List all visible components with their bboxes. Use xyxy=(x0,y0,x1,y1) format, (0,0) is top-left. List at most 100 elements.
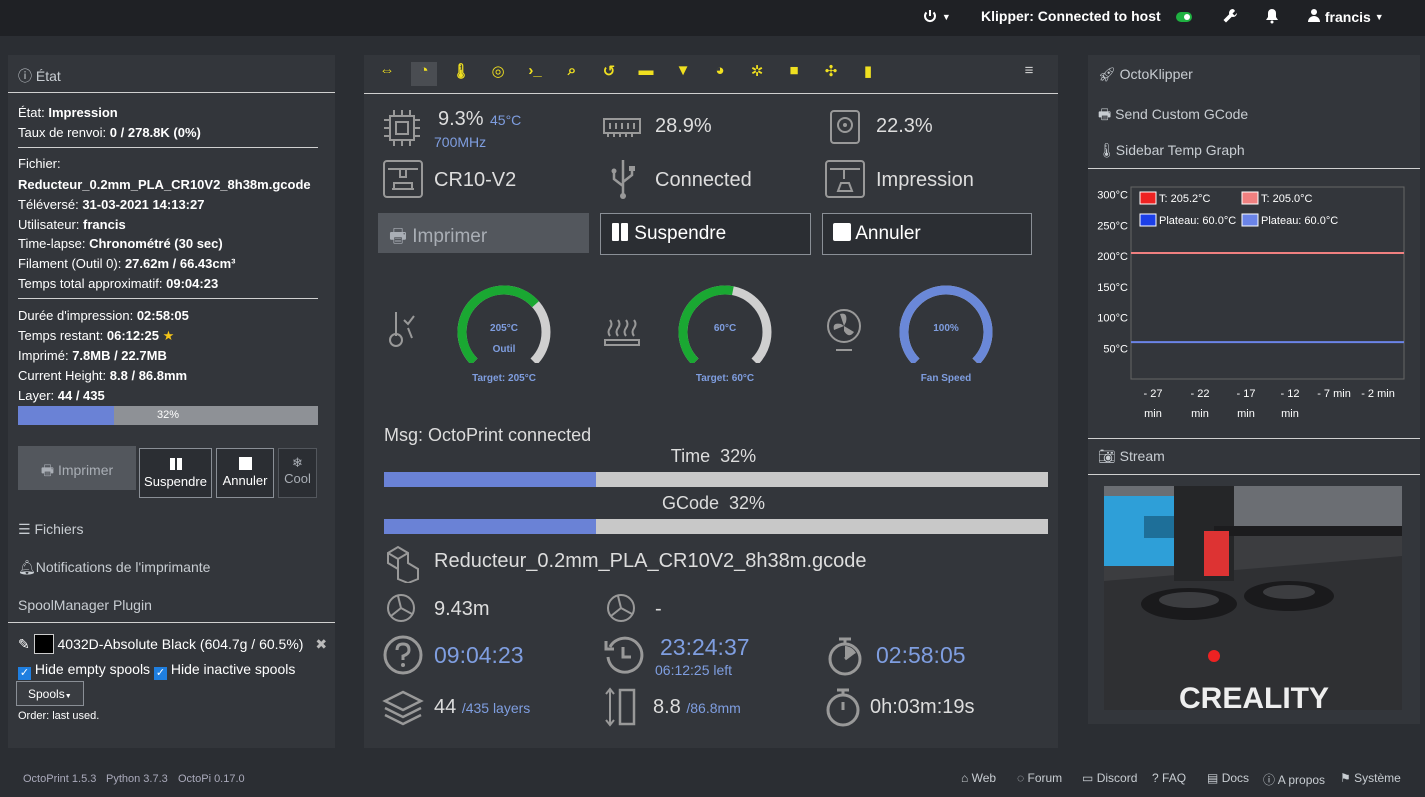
cpu-icon xyxy=(384,110,420,146)
question-circle-icon: ? xyxy=(1152,771,1159,785)
dash-pause-button[interactable]: Suspendre xyxy=(600,213,811,255)
hide-inactive-checkbox[interactable]: ✓ xyxy=(153,667,167,680)
user-icon xyxy=(1308,9,1320,22)
usb-icon xyxy=(611,160,635,199)
connection-status: Klipper: Connected to host xyxy=(981,8,1161,24)
spoolmanager-header[interactable]: SpoolManager Plugin xyxy=(18,597,152,613)
home-icon: ⌂ xyxy=(961,771,969,785)
y-tick-label: 300°C xyxy=(1097,190,1128,202)
filament-spool-icon-2 xyxy=(607,594,635,622)
creality-logo: CREALITY xyxy=(1179,682,1329,710)
custom-gcode-header[interactable]: 🖶 Send Custom GCode xyxy=(1098,104,1248,128)
files-header[interactable]: ☰ Fichiers xyxy=(18,521,83,538)
gcode-progress xyxy=(384,519,1048,534)
temperature-chart: 300°C 250°C 200°C 150°C 100°C 50°C - 27 min - 22… xyxy=(1097,186,1405,420)
tab-usb-icon[interactable]: ⇔ xyxy=(374,62,400,86)
y-tick-label: 200°C xyxy=(1097,251,1128,263)
footer-link-discord[interactable]: ▭ Discord xyxy=(1082,771,1137,785)
tab-search-icon[interactable]: ⌕ xyxy=(559,62,585,86)
message: Msg: OctoPrint connected xyxy=(384,425,592,445)
state-header[interactable]: ⓘ État xyxy=(18,66,61,86)
tab-bed-icon[interactable]: ▬ xyxy=(633,62,659,86)
tab-history-icon[interactable]: ↺ xyxy=(596,62,622,86)
thermometer-icon: 🌡︎ xyxy=(1098,142,1116,158)
tab-filter-icon[interactable]: ▼ xyxy=(670,62,696,86)
spools-dropdown[interactable]: Spools▼ xyxy=(16,681,84,706)
webcam-stream: CREALITY xyxy=(1104,486,1402,710)
list-icon: ☰ xyxy=(18,521,31,537)
bell-icon: 🔔︎ xyxy=(18,559,36,575)
spool-color xyxy=(33,634,54,654)
temp-graph-header[interactable]: 🌡︎Sidebar Temp Graph xyxy=(1098,142,1245,159)
legend-swatch xyxy=(1139,213,1157,227)
y-tick-label: 150°C xyxy=(1097,282,1128,294)
print-button[interactable]: 🖶 Imprimer xyxy=(18,446,136,490)
edit-icon[interactable]: ✎ xyxy=(18,636,30,652)
tab-thermometer-icon[interactable]: 🌡︎ xyxy=(448,62,474,86)
cancel-button[interactable]: Annuler xyxy=(216,448,274,498)
tab-gamepad-icon[interactable]: ◎ xyxy=(485,62,511,86)
plugins-panel: 🚀︎ OctoKlipper 🖶 Send Custom GCode 🌡︎Sid… xyxy=(1088,55,1420,724)
state-panel: ⓘ État État: Impression Taux de renvoi: … xyxy=(8,55,335,748)
layers-icon xyxy=(382,690,424,726)
x-tick-label: - 12 xyxy=(1281,388,1300,400)
x-tick-label: min xyxy=(1237,408,1255,420)
time-label: Time 32% xyxy=(670,446,757,466)
dash-cancel-button[interactable]: Annuler xyxy=(822,213,1032,255)
power-icon xyxy=(924,10,936,22)
dash-print-button[interactable]: 🖶 Imprimer xyxy=(378,213,589,253)
footer-link-web[interactable]: ⌂ Web xyxy=(961,771,996,785)
octoklipper-header[interactable]: 🚀︎ OctoKlipper xyxy=(1098,66,1193,83)
fan-icon xyxy=(827,309,861,351)
tab-menu-icon[interactable]: ≡ xyxy=(1016,62,1042,86)
tab-spool-icon[interactable]: ▮ xyxy=(855,62,881,86)
cube-icon xyxy=(387,545,419,583)
rocket-icon: 🚀︎ xyxy=(1098,66,1116,82)
memory-icon xyxy=(603,118,641,137)
octopi-version: OctoPi 0.17.0 xyxy=(178,773,245,785)
cool-button[interactable]: ❄ Cool xyxy=(278,448,317,498)
info-icon: ⓘ xyxy=(18,68,32,84)
camera-icon: 📷︎ xyxy=(1098,448,1116,464)
heated-bed-icon xyxy=(604,319,640,346)
footer-link-docs[interactable]: ▤ Docs xyxy=(1207,771,1249,785)
x-tick-label: - 27 xyxy=(1144,388,1163,400)
stream-header[interactable]: 📷︎ Stream xyxy=(1098,448,1165,465)
stop-icon xyxy=(833,223,851,241)
footer-link-system[interactable]: ⚑ Système xyxy=(1340,771,1401,785)
tab-vector-icon[interactable]: ✣ xyxy=(818,62,844,86)
disk-icon xyxy=(830,110,860,144)
3d-printer-icon xyxy=(383,160,423,198)
legend-label: T: 205.2°C xyxy=(1159,193,1211,205)
tab-terminal-icon[interactable]: ›_ xyxy=(522,62,548,86)
y-tick-label: 100°C xyxy=(1097,313,1128,325)
footer-link-about[interactable]: ⓘ A propos xyxy=(1263,771,1325,788)
notifications-header[interactable]: 🔔︎Notifications de l'imprimante xyxy=(18,559,210,576)
toggle-switch[interactable] xyxy=(1175,10,1193,27)
info-icon: ⓘ xyxy=(1263,773,1276,787)
legend-label: Plateau: 60.0°C xyxy=(1261,215,1338,227)
tab-palette-icon[interactable]: ◕ xyxy=(707,62,733,86)
legend-swatch xyxy=(1241,191,1259,205)
question-icon xyxy=(383,635,423,675)
tab-dashboard-icon[interactable]: ◔ xyxy=(411,62,437,86)
gcode-label: GCode 32% xyxy=(661,493,766,513)
bell-icon[interactable] xyxy=(1265,8,1279,27)
x-tick-label: - 2 min xyxy=(1361,388,1395,400)
tab-video-icon[interactable]: ■ xyxy=(781,62,807,86)
wrench-icon[interactable] xyxy=(1222,8,1238,27)
gcode-filename: Reducteur_0.2mm_PLA_CR10V2_8h38m.gcode xyxy=(434,550,867,572)
hide-empty-checkbox[interactable]: ✓ xyxy=(18,667,31,680)
tab-cogs-icon[interactable]: ✲ xyxy=(744,62,770,86)
file-name: Reducteur_0.2mm_PLA_CR10V2_8h38m.gcode xyxy=(18,177,311,192)
footer-link-forum[interactable]: ◌ Forum xyxy=(1017,771,1062,785)
discord-icon: ▭ xyxy=(1082,771,1094,785)
user-menu[interactable]: francis ▼ xyxy=(1307,8,1384,25)
close-icon[interactable]: ✖ xyxy=(315,636,327,652)
pause-button[interactable]: Suspendre xyxy=(139,448,212,498)
power-menu[interactable]: ▼ xyxy=(922,8,951,27)
print-progress: 32% xyxy=(18,406,318,425)
history-icon xyxy=(604,636,644,674)
footer-link-faq[interactable]: ? FAQ xyxy=(1152,771,1186,785)
x-tick-label: min xyxy=(1144,408,1162,420)
